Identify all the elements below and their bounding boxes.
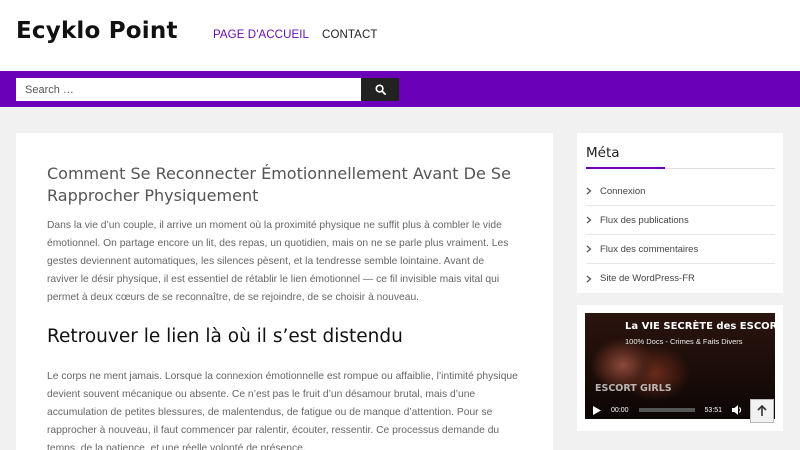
meta-list: Connexion Flux des publications Flux des…	[586, 177, 775, 293]
nav-item-home[interactable]: PAGE D'ACCUEIL	[213, 29, 309, 41]
meta-item-label: Site de WordPress-FR	[600, 273, 695, 284]
post-title[interactable]: Comment Se Reconnecter Émotionnellement …	[47, 163, 517, 207]
meta-item-wordpress-fr[interactable]: Site de WordPress-FR	[586, 264, 775, 293]
search-icon	[374, 84, 386, 95]
main-nav: PAGE D'ACCUEIL CONTACT	[213, 29, 377, 41]
search-bar	[0, 71, 800, 107]
meta-item-posts-feed[interactable]: Flux des publications	[586, 206, 775, 235]
video-duration: 53:51	[704, 406, 723, 414]
search-button[interactable]	[361, 78, 399, 101]
post-intro: Dans la vie d’un couple, il arrive un mo…	[47, 220, 509, 303]
meta-widget-title: Méta	[586, 145, 620, 161]
video-subtitle: 100% Docs - Crimes & Faits Divers	[625, 337, 743, 346]
meta-item-comments-feed[interactable]: Flux des commentaires	[586, 235, 775, 264]
post-body: Le corps ne ment jamais. Lorsque la conn…	[47, 371, 518, 450]
meta-item-label: Connexion	[600, 185, 646, 197]
video-title: La VIE SECRÈTE des ESCOR	[625, 321, 775, 332]
video-player[interactable]: La VIE SECRÈTE des ESCOR 100% Docs - Cri…	[585, 313, 775, 419]
video-progress-bar[interactable]	[638, 408, 695, 412]
meta-item-login[interactable]: Connexion	[586, 177, 775, 206]
video-overlay-text: ESCORT GIRLS	[595, 383, 672, 394]
chevron-right-icon	[586, 187, 600, 195]
post-heading: Retrouver le lien là où il s’est distend…	[47, 326, 403, 347]
chevron-right-icon	[586, 275, 600, 283]
play-icon[interactable]	[593, 405, 609, 415]
volume-icon[interactable]	[732, 405, 743, 415]
scroll-to-top-button[interactable]	[750, 399, 774, 423]
meta-item-label: Flux des commentaires	[600, 243, 699, 255]
post-card: Comment Se Reconnecter Émotionnellement …	[16, 133, 553, 450]
chevron-right-icon	[586, 216, 600, 224]
meta-widget: Méta Connexion Flux des publications Flu…	[577, 133, 783, 293]
site-title[interactable]: Ecyklo Point	[16, 18, 178, 44]
search-input[interactable]	[16, 78, 361, 101]
nav-item-contact[interactable]: CONTACT	[322, 29, 377, 41]
site-header: Ecyklo Point PAGE D'ACCUEIL CONTACT	[0, 0, 800, 71]
meta-item-label: Flux des publications	[600, 214, 689, 226]
widget-divider	[586, 167, 775, 169]
chevron-right-icon	[586, 245, 600, 253]
widget-divider-accent	[586, 167, 665, 169]
video-current-time: 00:00	[611, 406, 629, 414]
video-controls: 00:00 53:51	[585, 401, 775, 419]
arrow-up-icon	[757, 405, 767, 417]
